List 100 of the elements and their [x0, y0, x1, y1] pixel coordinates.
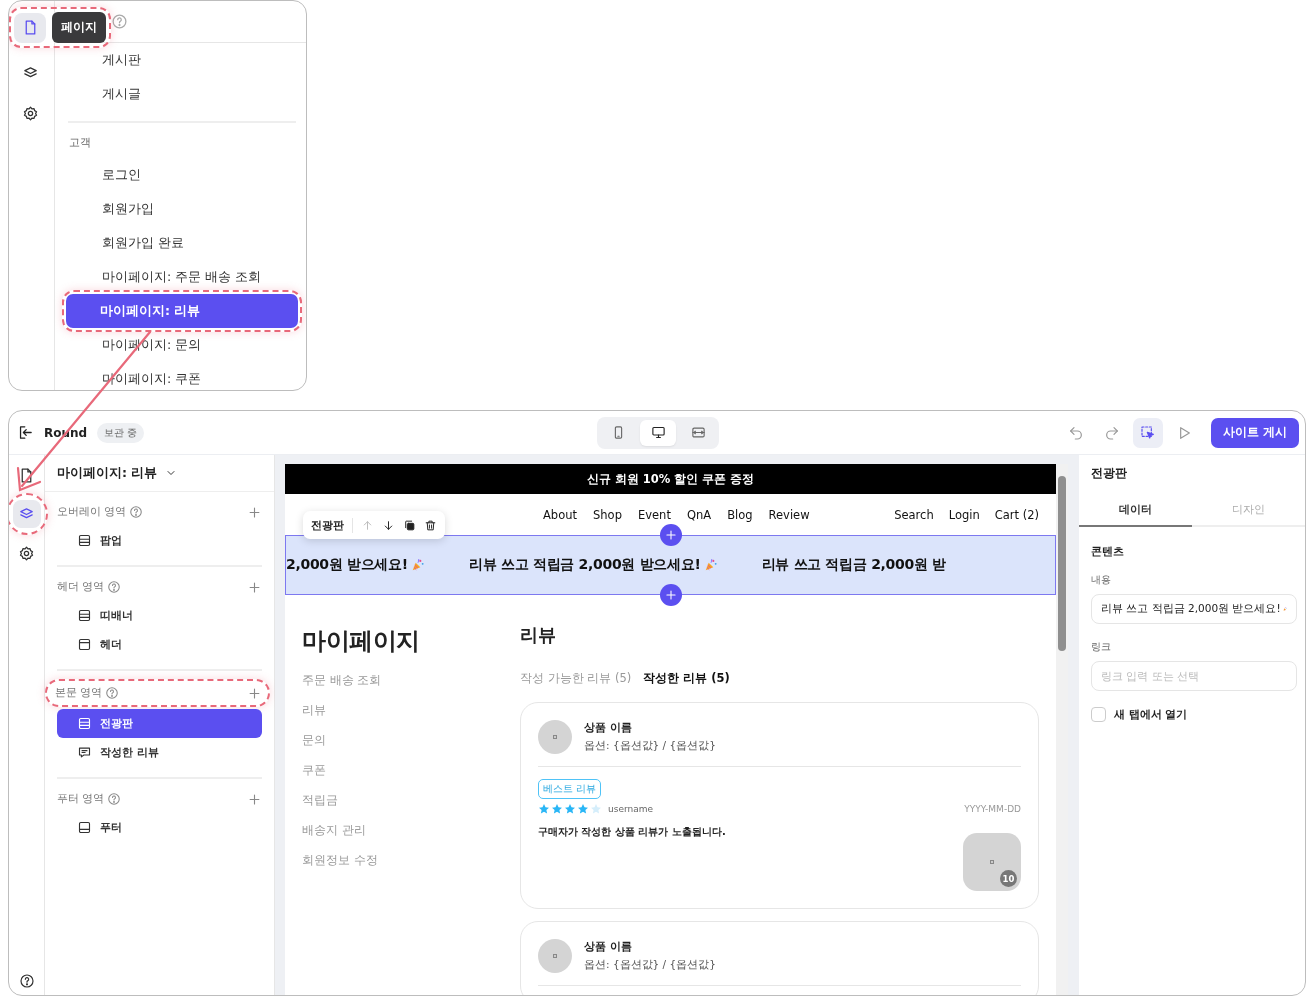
- product-image-placeholder: [538, 720, 572, 754]
- section-label: 오버레이 영역: [57, 505, 127, 519]
- help-icon: [111, 13, 128, 30]
- marquee-text: 리뷰 쓰고 적립금 2,000원 받으세요!: [468, 556, 701, 574]
- header-section-icon: [77, 637, 92, 652]
- nav-link[interactable]: Shop: [593, 507, 622, 522]
- page-item[interactable]: 게시글: [68, 77, 296, 111]
- marquee-text: 2,000원 받으세요!: [286, 556, 408, 574]
- plus-icon[interactable]: [247, 579, 262, 595]
- responsive-icon: [690, 425, 706, 440]
- announcement-bar: 신규 회원 10% 할인 쿠폰 증정: [285, 464, 1056, 494]
- nav-link[interactable]: Review: [768, 507, 810, 522]
- username: username: [608, 804, 653, 814]
- copy-icon: [403, 518, 416, 532]
- section-icon: [77, 533, 92, 548]
- best-review-tag: 베스트 리뷰: [538, 779, 602, 799]
- pages-tab[interactable]: [14, 12, 46, 43]
- nav-link[interactable]: Blog: [727, 507, 753, 522]
- layer-item[interactable]: 띠배너: [57, 601, 262, 630]
- nav-link[interactable]: Event: [637, 507, 671, 522]
- page-item[interactable]: 회원가입 완료: [68, 226, 296, 260]
- footer-section-icon: [77, 820, 92, 835]
- plus-icon: [663, 528, 678, 542]
- nav-link[interactable]: About: [543, 507, 577, 522]
- plus-icon[interactable]: [247, 791, 262, 807]
- checkbox[interactable]: [1091, 707, 1106, 722]
- product-image-placeholder: [538, 939, 572, 973]
- block-label: 전광판: [311, 517, 353, 533]
- star-icon: [577, 803, 589, 815]
- panel-tab[interactable]: 데이터: [1079, 493, 1192, 527]
- link-field[interactable]: 링크 입력 또는 선택: [1091, 661, 1297, 691]
- arrow-down-icon: [382, 518, 395, 532]
- help-icon: [105, 686, 120, 700]
- checkbox-label: 새 탭에서 열기: [1114, 707, 1188, 722]
- review-date: YYYY-MM-DD: [964, 804, 1021, 814]
- section-icon: [77, 716, 92, 731]
- product-option: 옵션: {옵션값} / {옵션값}: [584, 739, 716, 753]
- group-label: 콘텐츠: [1091, 545, 1125, 559]
- settings-icon: [21, 104, 39, 122]
- section-title: 리뷰: [520, 623, 557, 647]
- layer-item[interactable]: 헤더: [57, 630, 262, 659]
- plus-icon: [663, 588, 678, 602]
- add-section-button[interactable]: [659, 524, 682, 546]
- comment-icon: [77, 745, 92, 760]
- page-item[interactable]: 로그인: [68, 158, 296, 192]
- copy-button[interactable]: [403, 518, 416, 532]
- nav-link[interactable]: Search: [894, 507, 934, 522]
- page-item[interactable]: 게시판: [68, 43, 296, 77]
- page-heading: 마이페이지: [302, 626, 421, 657]
- desktop-icon: [650, 425, 666, 440]
- nav-link[interactable]: QnA: [686, 507, 712, 522]
- desktop-view-button[interactable]: [640, 419, 676, 446]
- exit-icon[interactable]: [17, 424, 34, 441]
- plus-icon[interactable]: [247, 685, 262, 701]
- product-name: 상품 이름: [584, 721, 633, 735]
- page-item[interactable]: 마이페이지: 주문 배송 조회: [68, 260, 296, 294]
- group-label: 고객: [68, 135, 92, 151]
- help-icon: [107, 792, 122, 806]
- page-selector[interactable]: 마이페이지: 리뷰: [57, 464, 158, 482]
- section-label: 푸터 영역: [57, 792, 105, 806]
- status-badge: 보관 중: [97, 422, 145, 443]
- tooltip: 페이지: [52, 12, 106, 43]
- star-icon: [538, 803, 550, 815]
- plus-icon[interactable]: [247, 504, 262, 520]
- arrow-up-icon: [361, 518, 374, 532]
- layer-item[interactable]: 전광판: [57, 709, 262, 738]
- field-label: 링크: [1091, 640, 1112, 654]
- star-icon: [564, 803, 576, 815]
- nav-link[interactable]: Cart (2): [994, 507, 1039, 522]
- star-icon: [590, 803, 602, 815]
- content-field[interactable]: 리뷰 쓰고 적립금 2,000원 받으세요!: [1091, 594, 1297, 624]
- redo-icon: [1103, 424, 1120, 441]
- review-tab[interactable]: 작성한 리뷰 (5): [643, 671, 730, 686]
- marquee-banner[interactable]: 2,000원 받으세요! 리뷰 쓰고 적립금 2,000원 받으세요! 리뷰 쓰고 적립금 2,000원 받: [285, 535, 1056, 595]
- section-icon: [77, 608, 92, 623]
- layer-item[interactable]: 팝업: [57, 526, 262, 555]
- panel-title: 전광판: [1090, 465, 1128, 482]
- layer-item[interactable]: 작성한 리뷰: [57, 738, 262, 767]
- photo-count: 10: [1000, 870, 1017, 887]
- star-icon: [551, 803, 563, 815]
- nav-link[interactable]: Login: [948, 507, 980, 522]
- field-label: 내용: [1091, 573, 1112, 587]
- select-icon: [1139, 424, 1156, 441]
- select-button[interactable]: [1132, 417, 1163, 448]
- layer-item[interactable]: 푸터: [57, 813, 262, 842]
- product-name: 상품 이름: [584, 940, 633, 954]
- settings-icon: [18, 544, 35, 562]
- party-popper-icon: [703, 558, 718, 572]
- down-button[interactable]: [382, 518, 395, 532]
- layers-tab[interactable]: [12, 500, 41, 528]
- page-item[interactable]: 마이페이지: 리뷰: [66, 294, 298, 328]
- delete-button[interactable]: [424, 518, 437, 532]
- page-item[interactable]: 회원가입: [68, 192, 296, 226]
- party-popper-icon: [410, 558, 425, 572]
- product-option: 옵션: {옵션값} / {옵션값}: [584, 958, 716, 972]
- publish-button[interactable]: 사이트 게시: [1210, 417, 1299, 448]
- section-label: 헤더 영역: [57, 580, 105, 594]
- delete-icon: [424, 518, 437, 532]
- help-icon: [129, 505, 144, 519]
- help-icon[interactable]: [18, 973, 35, 989]
